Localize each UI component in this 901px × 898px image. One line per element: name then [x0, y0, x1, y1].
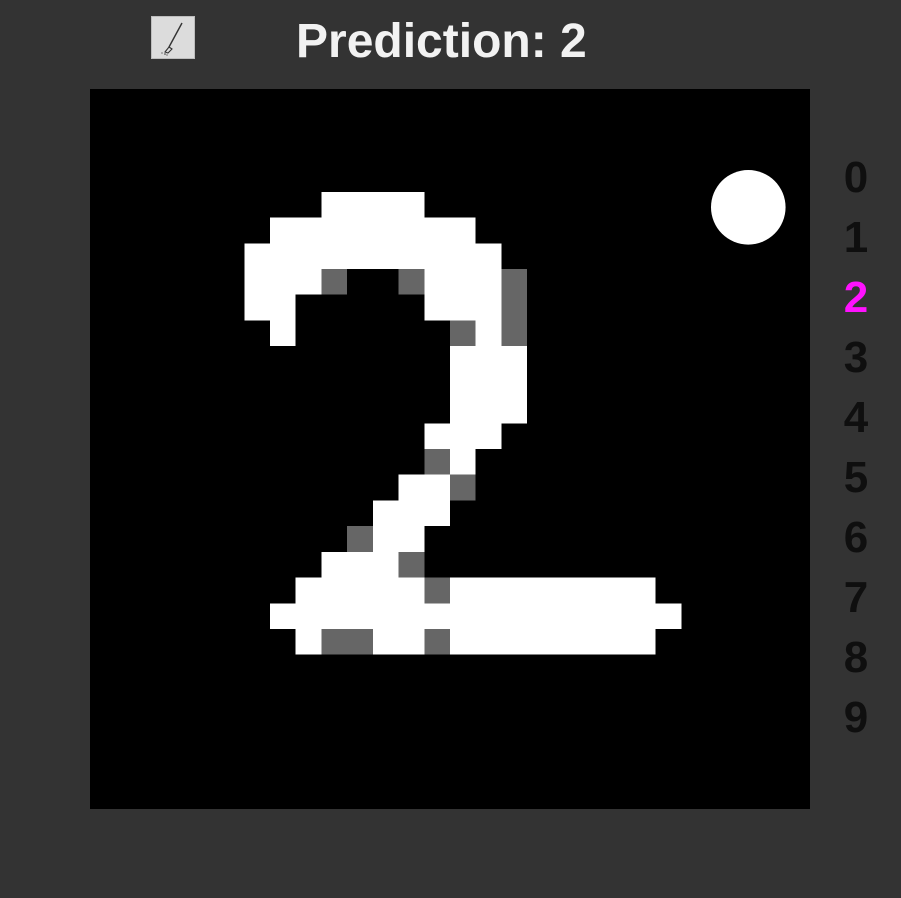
brush-icon [161, 22, 183, 56]
prediction-value: 2 [560, 15, 587, 68]
digit-label-8: 8 [843, 633, 869, 682]
digit-label-2: 2 [843, 273, 869, 322]
digit-label-9: 9 [843, 693, 869, 742]
drawing-canvas[interactable] [90, 89, 810, 809]
stroke-pixel [424, 269, 502, 295]
stroke-pixel [398, 474, 450, 501]
stroke-pixel [321, 191, 425, 218]
soft-pixel [321, 269, 348, 295]
stroke-pixel [450, 371, 528, 398]
stroke-pixel [295, 577, 425, 604]
stroke-pixel [475, 320, 502, 347]
stroke-pixel [244, 294, 296, 321]
digit-label-7: 7 [843, 573, 869, 622]
stroke-pixel [424, 294, 502, 321]
soft-pixel [501, 294, 528, 321]
soft-pixel [398, 269, 425, 295]
soft-pixel [398, 551, 425, 578]
digit-label-1: 1 [843, 213, 869, 262]
soft-pixel [424, 577, 450, 604]
stroke-pixel [450, 449, 476, 475]
stroke-pixel [270, 603, 682, 629]
prediction-label: Prediction: [296, 15, 547, 68]
stroke-pixel [450, 577, 656, 604]
stroke-pixel [244, 269, 322, 295]
soft-pixel [501, 269, 528, 295]
stroke-pixel [270, 320, 296, 347]
stroke-pixel [424, 423, 502, 449]
stroke-pixel [450, 629, 656, 655]
stroke-pixel [321, 551, 399, 578]
prediction-title: Prediction: 2 [296, 12, 587, 72]
soft-pixel [321, 629, 373, 655]
digit-drawing [90, 89, 810, 809]
soft-pixel [450, 474, 476, 501]
digit-label-6: 6 [843, 513, 869, 562]
digit-recognizer-window: Prediction: 2 0 1 2 3 4 5 6 7 8 9 [0, 0, 901, 898]
digit-label-0: 0 [843, 153, 869, 202]
stroke-pixel [372, 526, 425, 552]
soft-pixel [450, 320, 476, 347]
digit-label-5: 5 [843, 453, 869, 502]
digit-label-4: 4 [843, 393, 869, 442]
soft-pixel [347, 526, 373, 552]
stroke-pixel [372, 629, 425, 655]
stroke-pixel [450, 397, 528, 424]
stroke-pixel [372, 500, 450, 527]
stroke-pixel [295, 629, 322, 655]
stroke-pixel [450, 346, 528, 372]
soft-pixel [424, 629, 450, 655]
brush-cursor [711, 170, 786, 245]
brush-tool-button[interactable] [151, 16, 195, 59]
stroke-pixel [244, 243, 502, 269]
digit-label-3: 3 [843, 333, 869, 382]
soft-pixel [501, 320, 528, 347]
stroke-pixel [270, 217, 476, 244]
soft-pixel [424, 449, 450, 475]
digit-probability-list: 0 1 2 3 4 5 6 7 8 9 [818, 148, 894, 748]
